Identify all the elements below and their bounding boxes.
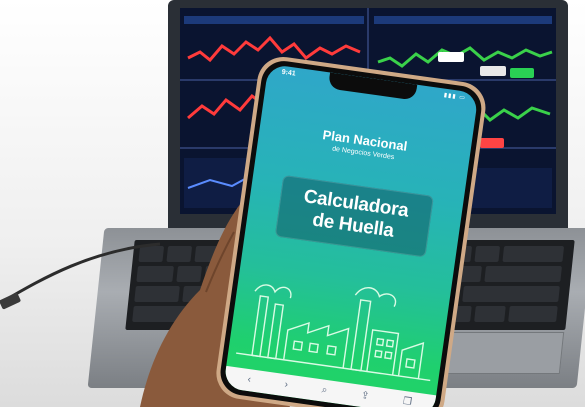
search-icon[interactable]: ⌕ bbox=[321, 384, 328, 396]
factory-illustration bbox=[236, 284, 431, 382]
signal-battery-icon: ▮▮▮ ▭ bbox=[443, 92, 467, 102]
forward-icon[interactable]: › bbox=[284, 379, 289, 390]
back-icon[interactable]: ‹ bbox=[247, 374, 252, 385]
tabs-icon[interactable]: ❐ bbox=[402, 396, 412, 407]
photo-scene: 9:41 ▮▮▮ ▭ Plan Nacional de Negocios Ver… bbox=[0, 0, 585, 407]
status-time: 9:41 bbox=[281, 68, 297, 78]
share-icon[interactable]: ⇪ bbox=[360, 390, 370, 402]
calculator-card[interactable]: Calculadora de Huella bbox=[274, 174, 434, 258]
brand-header: Plan Nacional de Negocios Verdes bbox=[258, 119, 471, 171]
phone-screen: 9:41 ▮▮▮ ▭ Plan Nacional de Negocios Ver… bbox=[223, 63, 479, 407]
smartphone: 9:41 ▮▮▮ ▭ Plan Nacional de Negocios Ver… bbox=[213, 53, 489, 407]
